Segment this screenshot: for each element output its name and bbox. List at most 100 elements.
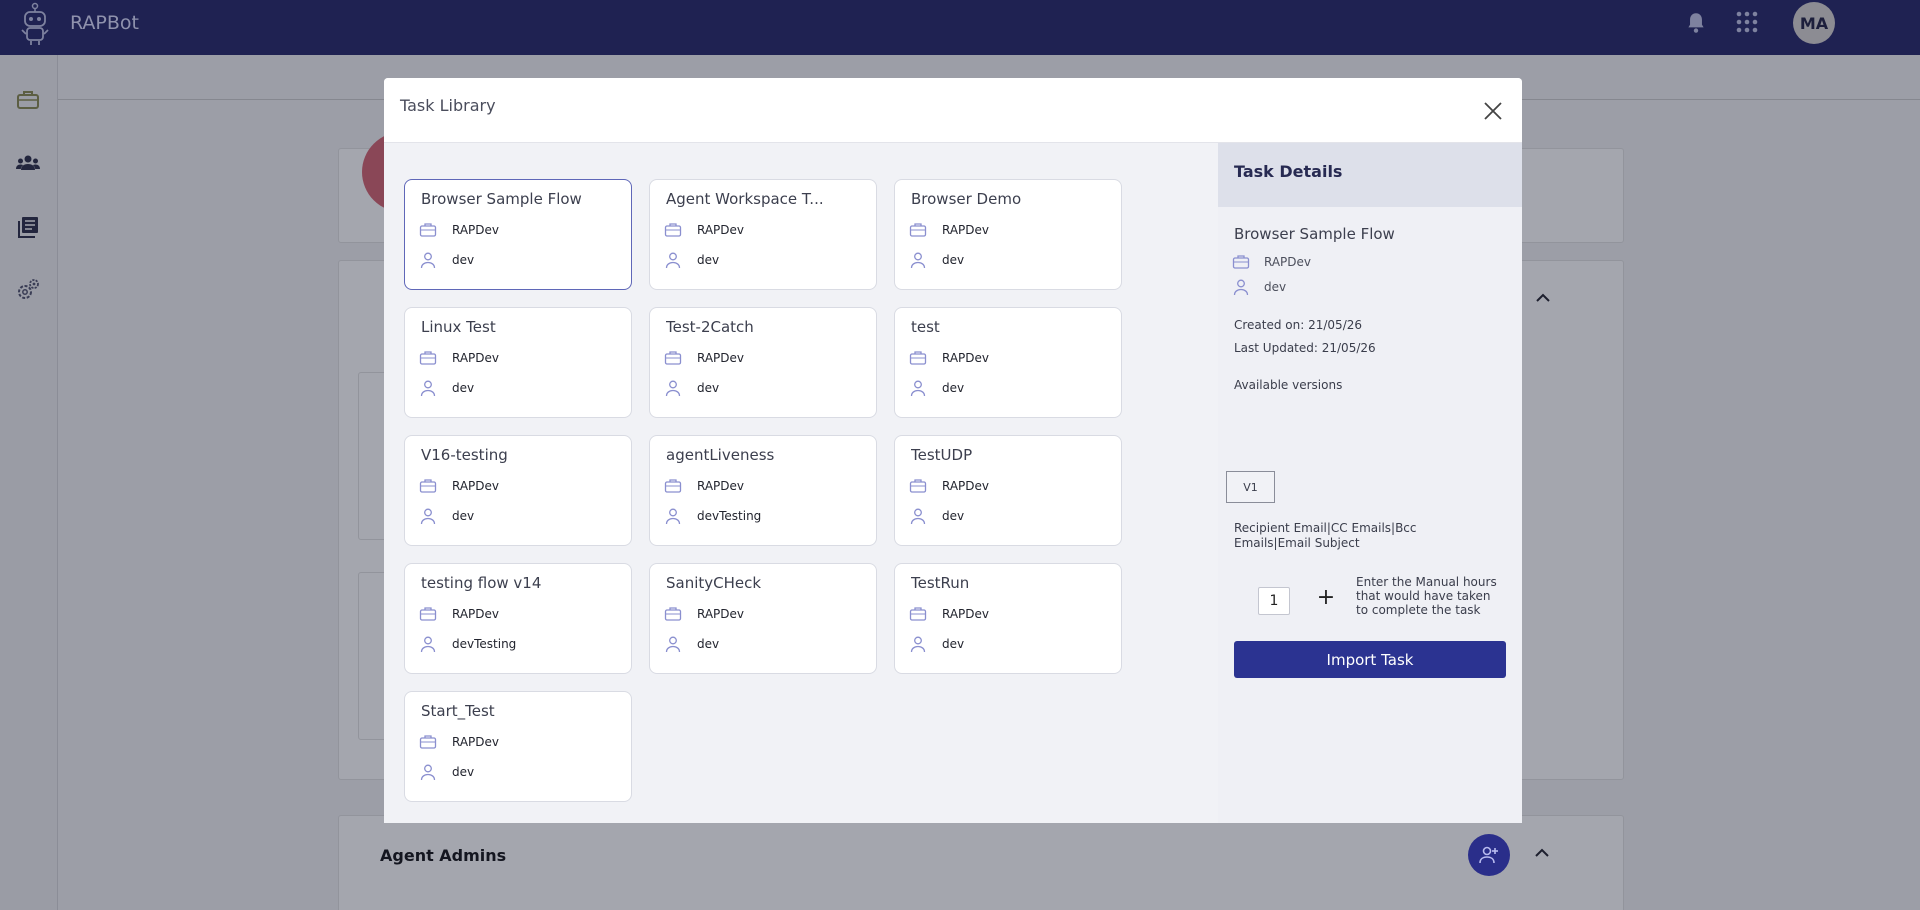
- task-owner: dev: [909, 507, 964, 525]
- task-card[interactable]: agentLiveness RAPDev devTesting: [649, 435, 877, 546]
- task-card[interactable]: testing flow v14 RAPDev devTesting: [404, 563, 632, 674]
- task-owner: dev: [909, 635, 964, 653]
- robot-logo-icon: [21, 2, 49, 45]
- created-on: Created on: 21/05/26: [1234, 318, 1363, 332]
- settings-icon[interactable]: [15, 277, 41, 303]
- apps-grid-icon[interactable]: [1736, 11, 1758, 33]
- briefcase-icon: [664, 223, 682, 237]
- task-workspace-label: RAPDev: [452, 351, 500, 365]
- recipient-fields: Recipient Email|CC Emails|Bcc Emails|Ema…: [1234, 521, 1417, 550]
- task-card[interactable]: Test-2Catch RAPDev dev: [649, 307, 877, 418]
- task-name: Test-2Catch: [666, 318, 754, 336]
- task-workspace-label: RAPDev: [942, 223, 990, 237]
- task-workspace-label: RAPDev: [452, 607, 500, 621]
- briefcase-icon: [664, 607, 682, 621]
- user-avatar[interactable]: MA: [1793, 2, 1835, 44]
- chevron-up-icon[interactable]: [1532, 843, 1552, 863]
- task-name: Start_Test: [421, 702, 495, 720]
- task-owner-label: dev: [942, 253, 965, 267]
- version-chip[interactable]: V1: [1226, 471, 1275, 503]
- task-card[interactable]: Browser Demo RAPDev dev: [894, 179, 1122, 290]
- task-owner: devTesting: [664, 507, 761, 525]
- task-owner-label: devTesting: [452, 637, 517, 651]
- detail-owner-label: dev: [1264, 280, 1287, 294]
- task-card[interactable]: Browser Sample Flow RAPDev dev: [404, 179, 632, 290]
- task-workspace: RAPDev: [419, 605, 499, 623]
- task-workspace-label: RAPDev: [942, 479, 990, 493]
- detail-workspace: RAPDev: [1232, 253, 1432, 273]
- task-name: agentLiveness: [666, 446, 775, 464]
- bg-agent-admins-card: [338, 815, 1624, 910]
- add-user-icon: [1479, 846, 1498, 864]
- task-owner-label: dev: [697, 381, 720, 395]
- task-workspace: RAPDev: [664, 349, 744, 367]
- increment-hours-button[interactable]: +: [1315, 585, 1337, 615]
- task-workspace: RAPDev: [419, 733, 499, 751]
- user-icon: [665, 508, 681, 525]
- sidebar: [0, 55, 58, 910]
- task-card[interactable]: V16-testing RAPDev dev: [404, 435, 632, 546]
- task-owner: dev: [419, 379, 474, 397]
- task-owner-label: dev: [452, 381, 475, 395]
- manual-hours-input[interactable]: 1: [1258, 587, 1290, 615]
- detail-owner: dev: [1232, 278, 1432, 298]
- task-owner: dev: [664, 251, 719, 269]
- user-icon: [420, 764, 436, 781]
- task-owner-label: dev: [452, 509, 475, 523]
- briefcase-icon: [909, 351, 927, 365]
- close-icon[interactable]: [1480, 98, 1506, 124]
- user-icon: [910, 380, 926, 397]
- task-card[interactable]: TestRun RAPDev dev: [894, 563, 1122, 674]
- task-card[interactable]: TestUDP RAPDev dev: [894, 435, 1122, 546]
- user-icon: [420, 252, 436, 269]
- task-workspace: RAPDev: [909, 221, 989, 239]
- library-icon[interactable]: [15, 214, 41, 240]
- task-workspace: RAPDev: [664, 605, 744, 623]
- modal-title: Task Library: [400, 96, 496, 115]
- task-workspace-label: RAPDev: [452, 735, 500, 749]
- briefcase-icon: [1232, 255, 1250, 269]
- modal-header: Task Library: [384, 78, 1522, 143]
- task-card[interactable]: Start_Test RAPDev dev: [404, 691, 632, 802]
- task-owner: dev: [909, 379, 964, 397]
- task-card[interactable]: Agent Workspace T... RAPDev dev: [649, 179, 877, 290]
- bell-icon[interactable]: [1683, 10, 1709, 36]
- task-workspace: RAPDev: [664, 221, 744, 239]
- task-owner-label: dev: [697, 637, 720, 651]
- briefcase-icon: [909, 479, 927, 493]
- user-icon: [665, 636, 681, 653]
- task-name: Browser Sample Flow: [421, 190, 582, 208]
- task-owner: dev: [419, 763, 474, 781]
- task-card[interactable]: Linux Test RAPDev dev: [404, 307, 632, 418]
- details-header: Task Details: [1218, 143, 1522, 207]
- briefcase-icon: [419, 735, 437, 749]
- task-workspace: RAPDev: [664, 477, 744, 495]
- agent-admins-title: Agent Admins: [380, 846, 507, 865]
- task-workspace: RAPDev: [419, 221, 499, 239]
- task-workspace-label: RAPDev: [942, 351, 990, 365]
- task-card[interactable]: test RAPDev dev: [894, 307, 1122, 418]
- task-owner-label: devTesting: [697, 509, 762, 523]
- import-task-button[interactable]: Import Task: [1234, 641, 1506, 678]
- detail-workspace-label: RAPDev: [1264, 255, 1312, 269]
- app-name: RAPBot: [70, 12, 139, 34]
- top-bar: RAPBot MA: [0, 0, 1920, 55]
- briefcase-icon: [419, 223, 437, 237]
- task-owner: dev: [419, 251, 474, 269]
- task-owner: dev: [664, 635, 719, 653]
- brand[interactable]: RAPBot: [18, 2, 139, 46]
- task-owner: dev: [909, 251, 964, 269]
- add-admin-button[interactable]: [1468, 834, 1510, 876]
- task-name: testing flow v14: [421, 574, 542, 592]
- briefcase-icon: [419, 479, 437, 493]
- task-workspace-label: RAPDev: [452, 479, 500, 493]
- briefcase-icon[interactable]: [15, 87, 41, 113]
- chevron-up-icon[interactable]: [1533, 288, 1553, 308]
- task-workspace-label: RAPDev: [697, 479, 745, 493]
- task-owner-label: dev: [452, 765, 475, 779]
- briefcase-icon: [419, 351, 437, 365]
- task-card[interactable]: SanityCHeck RAPDev dev: [649, 563, 877, 674]
- manual-hours-hint: Enter the Manual hours that would have t…: [1356, 575, 1497, 617]
- task-name: Linux Test: [421, 318, 496, 336]
- users-icon[interactable]: [15, 150, 41, 176]
